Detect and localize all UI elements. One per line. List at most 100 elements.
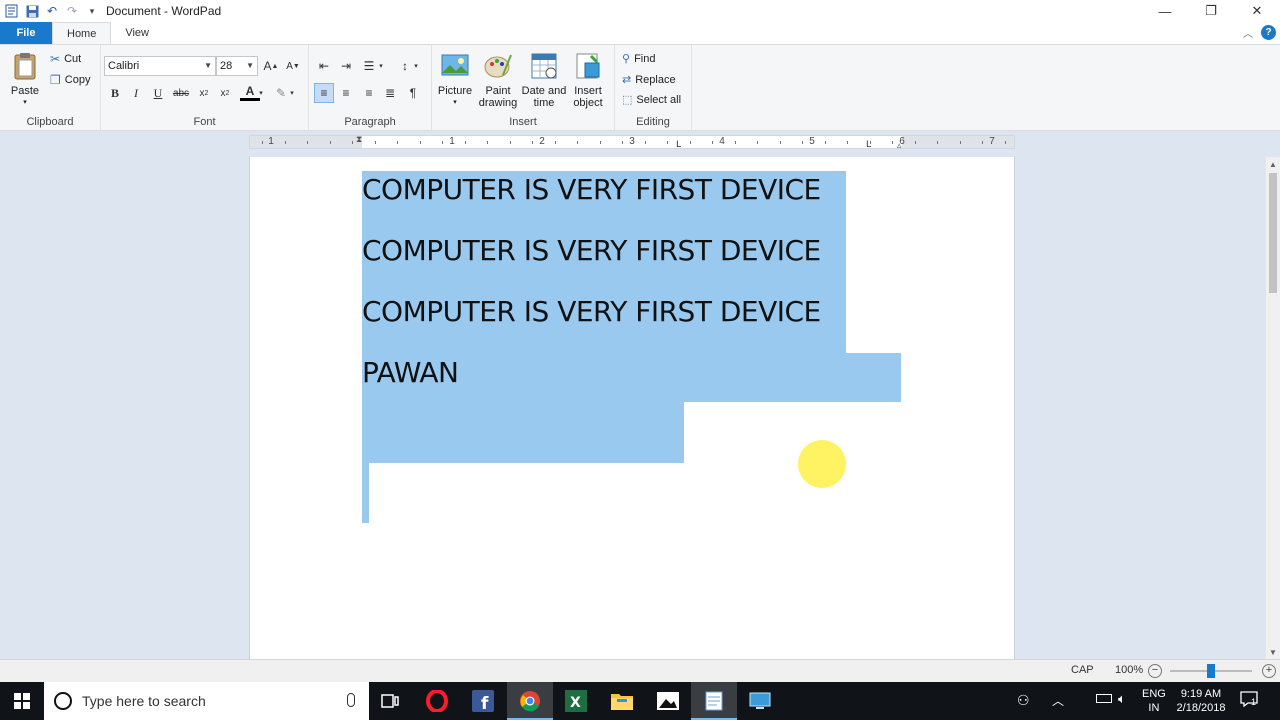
strikethrough-icon[interactable]: abc <box>171 83 191 103</box>
justify-icon[interactable]: ≣ <box>380 83 400 103</box>
find-button[interactable]: ⚲ Find <box>622 52 655 66</box>
selection-highlight <box>362 402 684 463</box>
paste-button[interactable]: Paste ▾ <box>8 51 42 109</box>
ruler-tick <box>757 141 758 144</box>
zoom-out-button[interactable]: − <box>1148 664 1162 678</box>
align-center-icon[interactable]: ≡ <box>336 83 356 103</box>
show-hidden-icons-icon[interactable]: ︿ <box>1052 692 1064 709</box>
input-language[interactable]: ENG IN <box>1142 687 1166 715</box>
scroll-up-icon[interactable]: ▲ <box>1266 157 1280 171</box>
date-time-button[interactable]: Date and time <box>521 51 567 109</box>
ruler[interactable]: 1 1 2 3 4 5 6 7 ⧗ ▵ ᒪ ᒪ <box>249 134 1015 151</box>
document-line: PAWAN <box>362 356 459 389</box>
restore-button[interactable]: ❐ <box>1188 0 1234 22</box>
tab-home[interactable]: Home <box>52 22 112 44</box>
paint-drawing-button[interactable]: Paint drawing <box>476 51 520 109</box>
close-button[interactable]: ✕ <box>1234 0 1280 22</box>
customize-qat-icon[interactable]: ▾ <box>82 1 102 21</box>
document-line: COMPUTER IS VERY FIRST DEVICE <box>362 173 821 206</box>
collapse-ribbon-icon[interactable]: ︿ <box>1243 25 1253 40</box>
selection-highlight <box>362 463 369 523</box>
wordpad-app-icon[interactable] <box>2 1 22 21</box>
italic-icon[interactable]: I <box>126 83 146 103</box>
clock-date: 2/18/2018 <box>1176 702 1226 714</box>
binoculars-icon: ⚲ <box>622 53 631 65</box>
bullets-dropdown-icon[interactable]: ▾ <box>376 56 386 76</box>
bold-icon[interactable]: B <box>105 83 125 103</box>
ruler-number: 1 <box>268 136 274 147</box>
tab-view[interactable]: View <box>111 22 163 44</box>
replace-button[interactable]: ⇄ Replace <box>622 73 676 87</box>
picture-dropdown-icon[interactable]: ▾ <box>453 97 457 109</box>
taskbar: Type here to search f X ⚇ ︿ 🔈︎ ENG IN 9:… <box>0 682 1280 720</box>
paragraph-settings-icon[interactable]: ¶ <box>403 83 423 103</box>
cut-button[interactable]: ✂ Cut <box>50 52 81 66</box>
font-size-select[interactable]: 28 ▼ <box>216 56 258 76</box>
zoom-level: 100% <box>1115 664 1144 676</box>
select-all-button[interactable]: ⬚ Select all <box>622 93 681 107</box>
scroll-down-icon[interactable]: ▼ <box>1266 645 1280 659</box>
action-center-button[interactable]: 1 <box>1240 691 1260 709</box>
taskbar-photos[interactable] <box>645 682 691 720</box>
vertical-scrollbar[interactable]: ▲ ▼ <box>1266 157 1280 659</box>
ruler-tick <box>307 141 308 144</box>
taskbar-wordpad[interactable] <box>691 682 737 720</box>
taskbar-facebook[interactable]: f <box>460 682 506 720</box>
svg-text:X: X <box>570 695 581 711</box>
ruler-number: 3 <box>629 136 635 147</box>
microphone-icon[interactable] <box>347 693 355 707</box>
document-page[interactable]: COMPUTER IS VERY FIRST DEVICE COMPUTER I… <box>249 157 1015 659</box>
ruler-tick <box>645 141 646 144</box>
grow-font-icon[interactable]: A ▲ <box>261 56 281 76</box>
font-family-dropdown-icon: ▼ <box>204 61 212 70</box>
save-icon[interactable] <box>22 1 42 21</box>
superscript-icon[interactable]: x2 <box>215 83 235 103</box>
folder-icon <box>611 694 633 710</box>
subscript-icon[interactable]: x2 <box>194 83 214 103</box>
text-color-dropdown-icon[interactable]: ▾ <box>256 83 266 103</box>
paste-dropdown-icon[interactable]: ▾ <box>23 97 27 109</box>
start-button[interactable] <box>0 682 44 720</box>
taskbar-remote-app[interactable] <box>737 682 783 720</box>
date-time-label-1: Date and <box>521 85 567 97</box>
volume-icon[interactable]: 🔈︎ <box>1118 691 1126 707</box>
line-spacing-dropdown-icon[interactable]: ▾ <box>411 56 421 76</box>
right-indent-marker[interactable]: ▵ <box>897 140 902 151</box>
tab-file[interactable]: File <box>0 22 52 44</box>
redo-icon[interactable]: ↷ <box>62 1 82 21</box>
task-view-button[interactable] <box>367 682 413 720</box>
copy-button[interactable]: ❐ Copy <box>50 73 90 87</box>
font-family-select[interactable]: Calibri ▼ <box>104 56 216 76</box>
ruler-tick <box>330 141 331 144</box>
minimize-button[interactable]: — <box>1142 0 1188 22</box>
highlight-dropdown-icon[interactable]: ▾ <box>287 83 297 103</box>
increase-indent-icon[interactable]: ⇥ <box>336 56 356 76</box>
insert-object-button[interactable]: Insert object <box>569 51 607 109</box>
battery-icon[interactable] <box>1096 694 1112 703</box>
tabs-right-controls: ︿ ? <box>1243 25 1276 40</box>
help-icon[interactable]: ? <box>1261 25 1276 40</box>
scroll-thumb[interactable] <box>1269 173 1277 293</box>
align-right-icon[interactable]: ≡ <box>359 83 379 103</box>
align-left-icon[interactable]: ≡ <box>314 83 334 103</box>
picture-button[interactable]: Picture ▾ <box>436 51 474 109</box>
tab-stop-marker[interactable]: ᒪ <box>676 139 681 150</box>
taskbar-search-box[interactable]: Type here to search <box>44 682 369 720</box>
underline-icon[interactable]: U <box>148 83 168 103</box>
people-icon[interactable]: ⚇ <box>1017 692 1030 709</box>
taskbar-opera[interactable] <box>414 682 460 720</box>
taskbar-file-explorer[interactable] <box>599 682 645 720</box>
left-indent-marker[interactable]: ⧗ <box>356 134 362 145</box>
taskbar-chrome[interactable] <box>507 682 553 720</box>
zoom-slider-thumb[interactable] <box>1207 664 1215 678</box>
decrease-indent-icon[interactable]: ⇤ <box>314 56 334 76</box>
system-clock[interactable]: 9:19 AM 2/18/2018 <box>1170 687 1232 715</box>
shrink-font-icon[interactable]: A ▼ <box>283 56 303 76</box>
taskbar-excel[interactable]: X <box>553 682 599 720</box>
region-code: IN <box>1148 702 1160 714</box>
zoom-slider[interactable] <box>1170 664 1252 678</box>
undo-icon[interactable]: ↶ <box>42 1 62 21</box>
ruler-tick <box>465 141 466 144</box>
zoom-in-button[interactable]: + <box>1262 664 1276 678</box>
ruler-tick <box>285 141 286 144</box>
